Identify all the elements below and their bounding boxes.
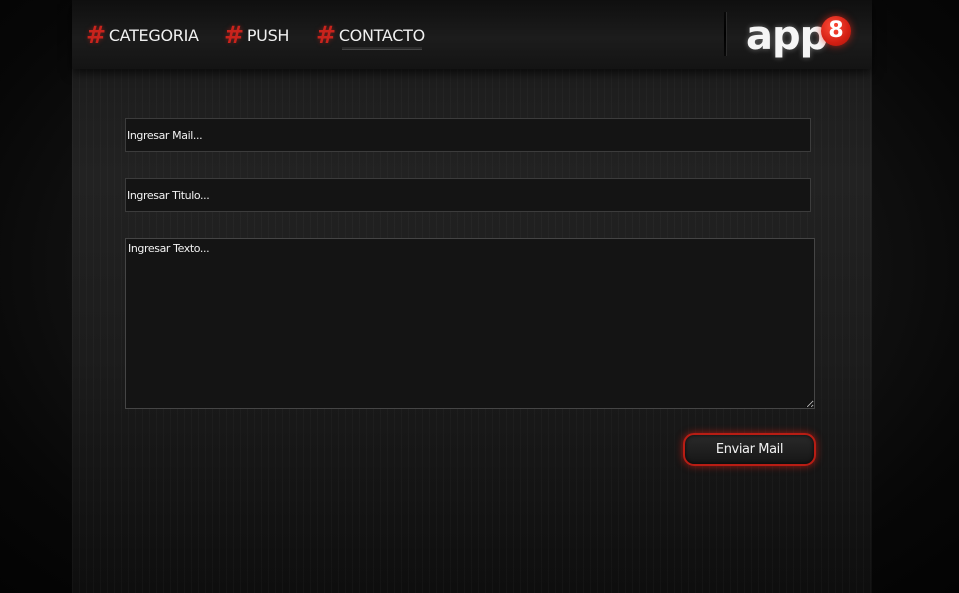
send-mail-button[interactable]: Enviar Mail: [683, 433, 816, 466]
logo-badge-icon: 8: [821, 16, 851, 46]
nav-item-categoria[interactable]: # CATEGORIA: [86, 21, 199, 49]
hash-icon: #: [316, 21, 336, 49]
nav-label-push: PUSH: [246, 25, 290, 45]
message-textarea[interactable]: [125, 238, 815, 409]
logo-text: app: [746, 13, 828, 59]
hash-icon: #: [224, 21, 244, 49]
hash-icon: #: [86, 21, 106, 49]
nav-item-contacto[interactable]: # CONTACTO: [316, 21, 425, 49]
page: # CATEGORIA # PUSH # CONTACTO app 8 Envi…: [0, 0, 959, 593]
nav-label-contacto: CONTACTO: [338, 25, 425, 45]
title-input[interactable]: [125, 178, 811, 212]
nav-label-categoria: CATEGORIA: [108, 25, 199, 45]
active-nav-underline: [342, 47, 422, 50]
mail-input[interactable]: [125, 118, 811, 152]
header-divider: [724, 12, 727, 56]
app-logo[interactable]: app 8: [746, 13, 851, 59]
nav-item-push[interactable]: # PUSH: [224, 21, 289, 49]
